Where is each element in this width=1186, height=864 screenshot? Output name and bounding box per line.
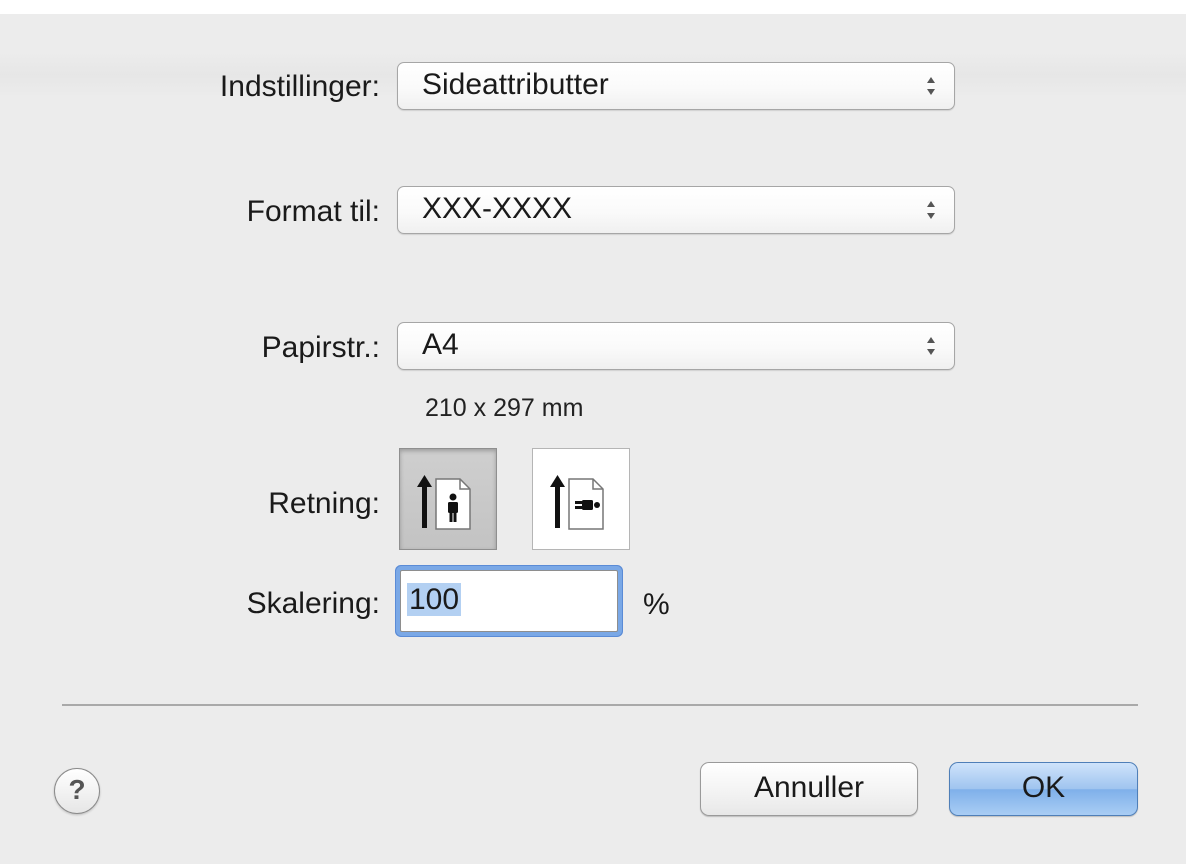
orientation-landscape-button[interactable]	[532, 448, 630, 550]
settings-value: Sideattributter	[422, 68, 609, 101]
settings-label: Indstillinger:	[219, 70, 380, 103]
portrait-orientation-icon	[417, 475, 471, 530]
format-for-popup[interactable]: XXX-XXXX	[397, 186, 955, 234]
cancel-button[interactable]: Annuller	[700, 762, 918, 816]
orientation-label: Retning:	[268, 487, 380, 520]
updown-arrows-icon	[927, 201, 935, 219]
settings-popup[interactable]: Sideattributter	[397, 62, 955, 110]
format-for-label: Format til:	[246, 195, 380, 228]
scale-label: Skalering:	[246, 587, 380, 620]
landscape-orientation-icon	[550, 475, 604, 530]
orientation-portrait-button[interactable]	[399, 448, 497, 550]
paper-size-label: Papirstr.:	[261, 331, 380, 364]
top-strip	[0, 0, 1186, 14]
paper-size-popup[interactable]: A4	[397, 322, 955, 370]
paper-dimensions: 210 x 297 mm	[425, 394, 584, 422]
ok-button[interactable]: OK	[949, 762, 1138, 816]
scale-value: 100	[407, 583, 462, 616]
updown-arrows-icon	[927, 337, 935, 355]
format-for-value: XXX-XXXX	[422, 192, 573, 225]
scale-input[interactable]: 100	[400, 570, 618, 632]
paper-size-value: A4	[422, 328, 459, 361]
help-button[interactable]: ?	[54, 768, 100, 814]
divider	[62, 704, 1138, 706]
scale-unit: %	[643, 588, 670, 621]
updown-arrows-icon	[927, 77, 935, 95]
